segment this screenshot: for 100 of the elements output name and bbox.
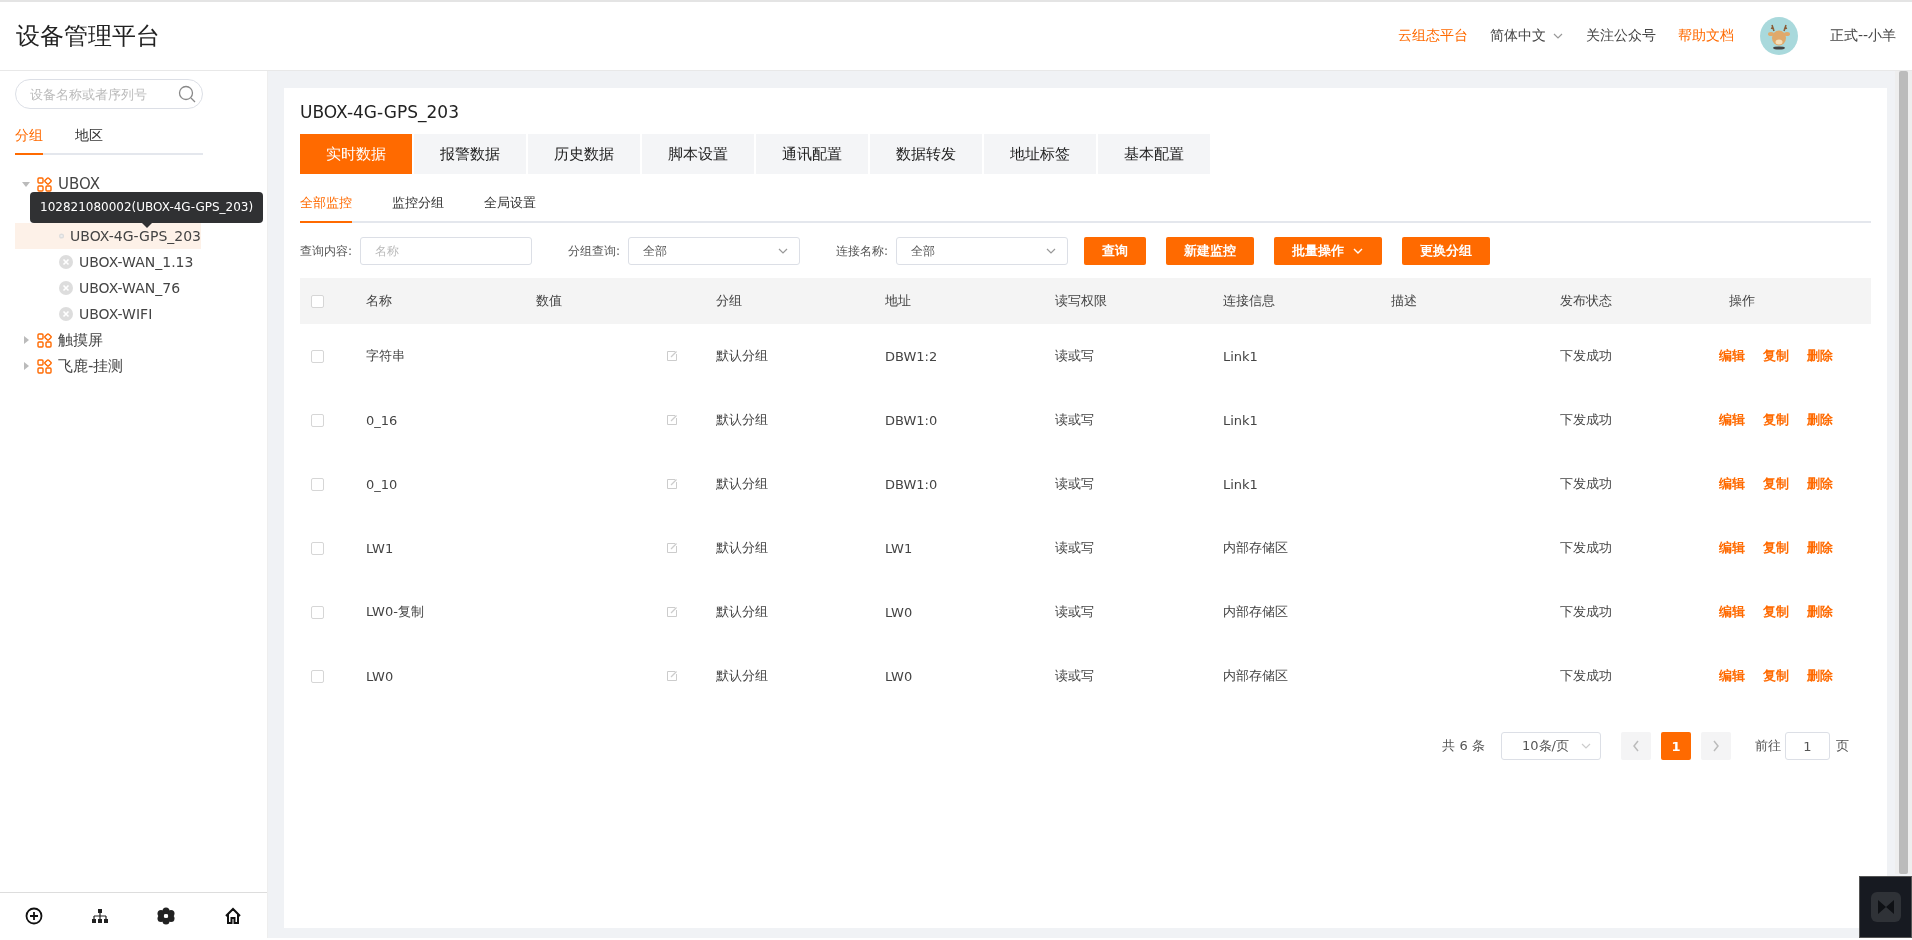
row-action-link[interactable]: 编辑 (1719, 411, 1745, 429)
row-action-link[interactable]: 复制 (1763, 603, 1789, 621)
floating-widget[interactable] (1859, 876, 1912, 938)
row-action-link[interactable]: 删除 (1807, 347, 1833, 365)
header-link[interactable]: 帮助文档 (1677, 27, 1734, 45)
row-action-link[interactable]: 编辑 (1719, 603, 1745, 621)
checkbox[interactable] (311, 669, 324, 683)
home-icon (224, 906, 243, 925)
search-field[interactable]: 设备名称或者序列号 (15, 79, 203, 109)
row-action-link[interactable]: 编辑 (1719, 667, 1745, 685)
header-link[interactable]: 云组态平台 (1397, 27, 1468, 45)
tooltip: 102821080002(UBOX-4G-GPS_203) (30, 192, 264, 223)
tab[interactable]: 数据转发 (870, 134, 982, 174)
page-size-select[interactable]: 10条/页 (1501, 732, 1601, 760)
table-cell-text: DBW1:0 (884, 476, 939, 492)
action-button[interactable]: 新建监控 (1166, 237, 1255, 265)
row-action-link[interactable]: 编辑 (1719, 347, 1745, 365)
select-field[interactable]: 全部 (896, 237, 1069, 265)
sub-tab[interactable]: 全部监控 (300, 190, 352, 223)
page-button[interactable]: 1 (1661, 732, 1691, 760)
table-cell-text: LW0 (884, 668, 914, 684)
expand-icon (21, 361, 31, 371)
tab[interactable]: 脚本设置 (642, 134, 754, 174)
column-header: 地址 (884, 292, 912, 310)
table-cell-text: DBW1:0 (884, 412, 939, 428)
table-cell-text: 下发成功 (1559, 539, 1613, 557)
scrollbar[interactable] (1895, 71, 1912, 874)
row-action-link[interactable]: 删除 (1807, 667, 1833, 685)
sub-tab[interactable]: 监控分组 (392, 190, 444, 223)
table-cell-text: LW0-复制 (365, 603, 425, 621)
group-icon (37, 176, 52, 192)
select-field[interactable]: 全部 (628, 237, 801, 265)
language-dropdown[interactable]: 简体中文 (1489, 27, 1564, 45)
table-cell-text: 内部存储区 (1222, 603, 1289, 621)
row-action-link[interactable]: 删除 (1807, 411, 1833, 429)
edit-icon (666, 350, 678, 362)
chevron-left-icon (1632, 740, 1640, 752)
table-cell-text: LW1 (884, 540, 914, 556)
user-name[interactable]: 正式--小羊 (1829, 27, 1896, 45)
row-action-link[interactable]: 复制 (1763, 411, 1789, 429)
checkbox[interactable] (311, 605, 324, 619)
offline-icon (59, 281, 73, 295)
tab[interactable]: 历史数据 (528, 134, 640, 174)
row-action-link[interactable]: 复制 (1763, 475, 1789, 493)
checkbox[interactable] (311, 413, 324, 427)
dropdown-button[interactable]: 批量操作 (1274, 237, 1383, 265)
app-title: 设备管理平台 (16, 21, 161, 52)
tree-item[interactable]: UBOX-WAN_1.13 (15, 249, 201, 275)
sub-tab[interactable]: 全局设置 (484, 190, 536, 223)
row-action-link[interactable]: 编辑 (1719, 539, 1745, 557)
action-button[interactable]: 查询 (1084, 237, 1147, 265)
table-cell-text: 读或写 (1054, 667, 1095, 685)
row-action-link[interactable]: 删除 (1807, 539, 1833, 557)
chevron-right-icon (1712, 740, 1720, 752)
checkbox[interactable] (311, 349, 324, 363)
checkbox[interactable] (311, 477, 324, 491)
table-cell-text: 读或写 (1054, 603, 1095, 621)
column-header: 连接信息 (1222, 292, 1276, 310)
table-cell-text: 字符串 (365, 347, 406, 365)
table-cell-text: 读或写 (1054, 475, 1095, 493)
checkbox[interactable] (311, 541, 324, 555)
table-cell-text: 0_10 (365, 476, 399, 492)
tree-item[interactable]: UBOX-WAN_76 (15, 275, 201, 301)
play-icon (1870, 892, 1901, 922)
checkbox[interactable] (311, 294, 324, 308)
next-page-button[interactable] (1701, 732, 1731, 760)
sidebar-tab[interactable]: 地区 (75, 123, 103, 155)
total-count: 共 6 条 (1442, 737, 1485, 755)
edit-icon (666, 478, 678, 490)
row-action-link[interactable]: 复制 (1763, 347, 1789, 365)
table-cell-text: 默认分组 (715, 539, 769, 557)
tab[interactable]: 基本配置 (1098, 134, 1210, 174)
flower-icon (157, 906, 176, 925)
table-cell-text: 下发成功 (1559, 411, 1613, 429)
page-input[interactable]: 1 (1785, 732, 1830, 760)
row-action-link[interactable]: 复制 (1763, 539, 1789, 557)
tree-item[interactable]: 飞鹿-挂测 (15, 353, 201, 379)
tab[interactable]: 地址标签 (984, 134, 1096, 174)
tree-item[interactable]: UBOX-WIFI (15, 301, 201, 327)
header-link[interactable]: 关注公众号 (1585, 27, 1656, 45)
row-action-link[interactable]: 删除 (1807, 475, 1833, 493)
row-action-link[interactable]: 复制 (1763, 667, 1789, 685)
page-suffix: 页 (1836, 737, 1849, 755)
search-field[interactable]: 名称 (360, 237, 533, 265)
tree-item[interactable]: 触摸屏 (15, 327, 201, 353)
row-action-link[interactable]: 编辑 (1719, 475, 1745, 493)
action-button[interactable]: 更换分组 (1402, 237, 1491, 265)
tab[interactable]: 报警数据 (414, 134, 526, 174)
device-title: UBOX-4G-GPS_203 (300, 102, 460, 122)
tab[interactable]: 通讯配置 (756, 134, 868, 174)
table-cell-text: LW1 (365, 540, 395, 556)
tab[interactable]: 实时数据 (300, 134, 412, 174)
sidebar-tab[interactable]: 分组 (15, 123, 43, 155)
column-header: 读写权限 (1054, 292, 1108, 310)
table-cell-text: 下发成功 (1559, 475, 1613, 493)
tree-item[interactable]: UBOX-4G-GPS_203 (15, 223, 201, 249)
prev-page-button[interactable] (1621, 732, 1651, 760)
filter-label: 查询内容: (300, 242, 353, 260)
table-cell-text: 默认分组 (715, 347, 769, 365)
row-action-link[interactable]: 删除 (1807, 603, 1833, 621)
